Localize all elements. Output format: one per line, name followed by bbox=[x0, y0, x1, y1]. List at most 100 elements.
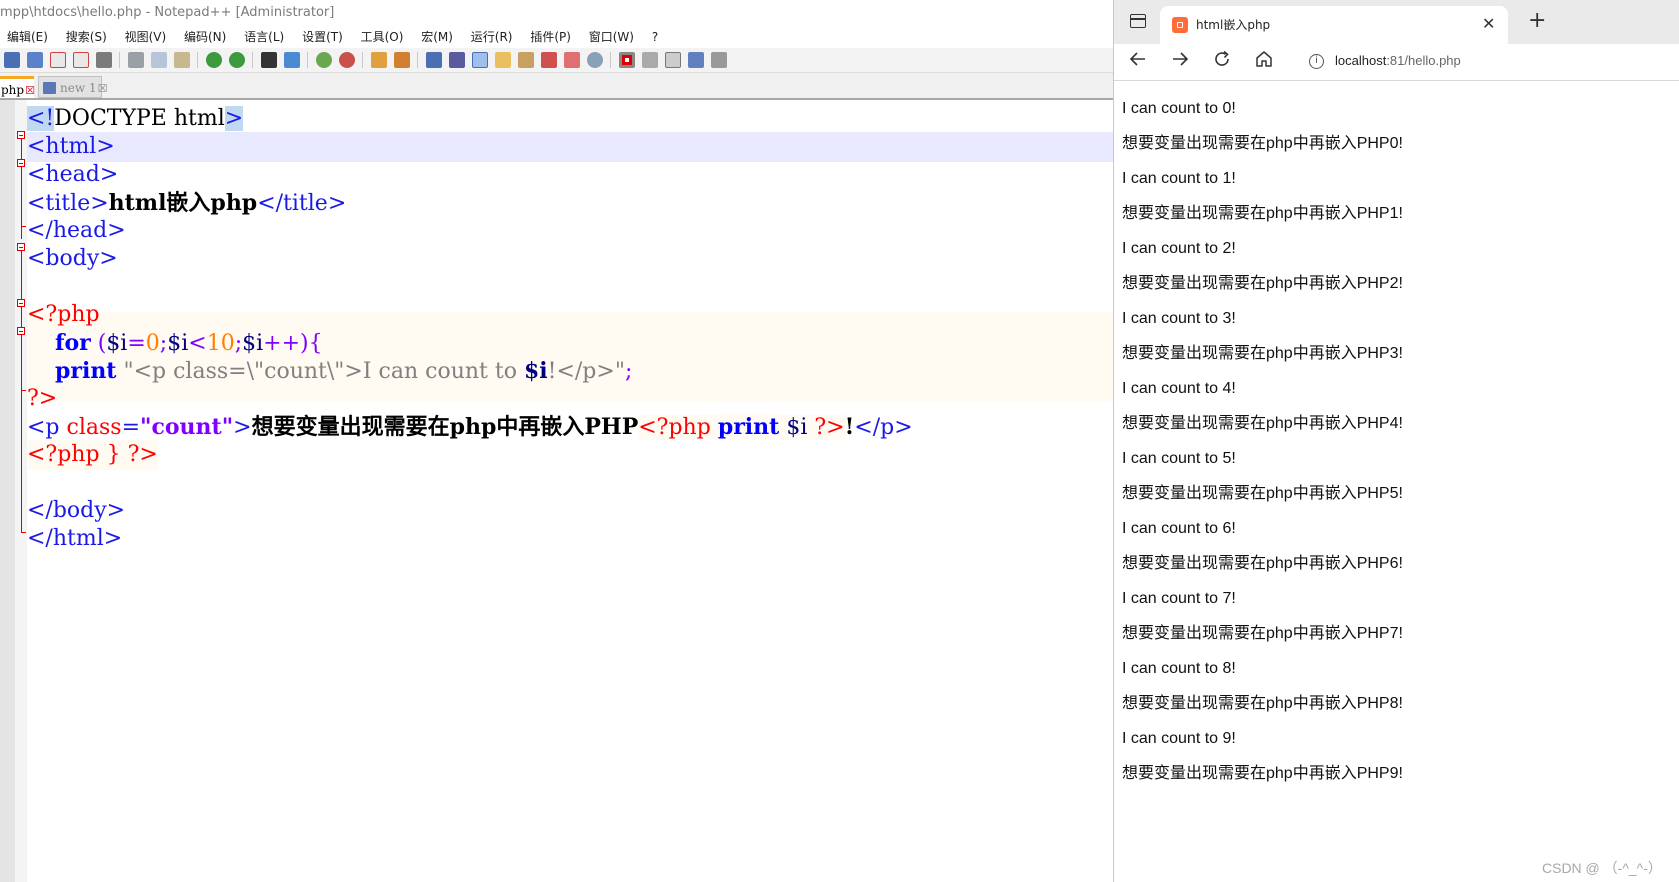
url-host: localhost bbox=[1335, 53, 1387, 68]
code-editor[interactable]: <!DOCTYPE html> <html> <head> <title>htm… bbox=[27, 100, 1113, 882]
paste-icon[interactable] bbox=[174, 52, 190, 68]
p-close-tag: </p> bbox=[854, 415, 913, 440]
string-literal: !</p>" bbox=[547, 359, 625, 384]
fold-toggle-icon[interactable] bbox=[17, 327, 25, 335]
redo-icon[interactable] bbox=[229, 52, 245, 68]
close-all-icon[interactable] bbox=[73, 52, 89, 68]
menu-settings[interactable]: 设置(T) bbox=[295, 26, 350, 48]
print-icon[interactable] bbox=[96, 52, 112, 68]
new-tab-button[interactable]: + bbox=[1528, 9, 1546, 33]
variable-i: $i bbox=[167, 331, 189, 356]
fold-line bbox=[21, 139, 22, 159]
cut-icon[interactable] bbox=[128, 52, 144, 68]
play-macro-icon[interactable] bbox=[665, 52, 681, 68]
indent-guide-icon[interactable] bbox=[472, 52, 488, 68]
fold-toggle-icon[interactable] bbox=[17, 159, 25, 167]
menu-run[interactable]: 运行(R) bbox=[464, 26, 520, 48]
output-line: 想要变量出现需要在php中再嵌入PHP4! bbox=[1122, 415, 1403, 432]
copy-icon[interactable] bbox=[151, 52, 167, 68]
p-open-tag: <p bbox=[27, 415, 67, 440]
code-line-12: <p class="count">想要变量出现需要在php中再嵌入PHP<?ph… bbox=[27, 412, 913, 442]
info-icon[interactable]: i bbox=[1309, 54, 1324, 69]
save-macro-icon[interactable] bbox=[711, 52, 727, 68]
menu-window[interactable]: 窗口(W) bbox=[582, 26, 641, 48]
save-all-icon[interactable] bbox=[27, 52, 43, 68]
watermark: CSDN @ （-^_^-） bbox=[1542, 860, 1662, 876]
close-tab-icon[interactable]: ☒ bbox=[25, 84, 35, 97]
browser-tab[interactable]: html嵌入php ✕ bbox=[1160, 6, 1508, 44]
menu-search[interactable]: 搜索(S) bbox=[59, 26, 114, 48]
doctype-open: <! bbox=[27, 106, 55, 131]
menu-help[interactable]: ? bbox=[645, 26, 665, 48]
address-bar[interactable]: i localhost:81/hello.php bbox=[1301, 48, 1679, 76]
arrow-left-icon[interactable] bbox=[1128, 49, 1148, 74]
php-close: ?> bbox=[127, 442, 158, 467]
number: 10 bbox=[206, 331, 235, 356]
output-line: I can count to 3! bbox=[1122, 310, 1236, 327]
menu-plugins[interactable]: 插件(P) bbox=[523, 26, 578, 48]
folder-workspace-icon[interactable] bbox=[564, 52, 580, 68]
record-macro-icon[interactable] bbox=[619, 52, 635, 68]
reload-icon[interactable] bbox=[1212, 49, 1232, 74]
menu-edit[interactable]: 编辑(E) bbox=[0, 26, 55, 48]
document-map-icon[interactable] bbox=[518, 52, 534, 68]
floppy-disk-icon bbox=[43, 82, 56, 94]
menu-encoding[interactable]: 编码(N) bbox=[177, 26, 233, 48]
output-line: I can count to 2! bbox=[1122, 240, 1236, 257]
output-line: 想要变量出现需要在php中再嵌入PHP7! bbox=[1122, 625, 1403, 642]
line-number-margin bbox=[0, 100, 15, 882]
zoom-out-icon[interactable] bbox=[339, 52, 355, 68]
home-icon[interactable] bbox=[1254, 49, 1274, 74]
code-line-4: <title>html嵌入php</title> bbox=[27, 188, 346, 218]
url-path: :81/hello.php bbox=[1386, 53, 1461, 68]
arrow-right-icon[interactable] bbox=[1170, 49, 1190, 74]
show-all-chars-icon[interactable] bbox=[449, 52, 465, 68]
menu-language[interactable]: 语言(L) bbox=[237, 26, 291, 48]
fold-toggle-icon[interactable] bbox=[17, 243, 25, 251]
sync-horizontal-icon[interactable] bbox=[394, 52, 410, 68]
close-tab-icon[interactable]: ☒ bbox=[98, 82, 108, 95]
variable-i: $i bbox=[523, 358, 548, 384]
fold-margin[interactable] bbox=[15, 100, 27, 882]
function-list-icon[interactable] bbox=[541, 52, 557, 68]
notepadpp-window: mpp\htdocs\hello.php - Notepad++ [Admini… bbox=[0, 0, 1113, 882]
undo-icon[interactable] bbox=[206, 52, 222, 68]
run-macro-multiple-icon[interactable] bbox=[688, 52, 704, 68]
tab-php[interactable]: php☒ bbox=[0, 76, 35, 98]
browser-toolbar: i localhost:81/hello.php bbox=[1114, 44, 1679, 81]
zoom-in-icon[interactable] bbox=[316, 52, 332, 68]
close-file-icon[interactable] bbox=[50, 52, 66, 68]
output-line: 想要变量出现需要在php中再嵌入PHP9! bbox=[1122, 765, 1403, 782]
menu-tools[interactable]: 工具(O) bbox=[354, 26, 411, 48]
replace-icon[interactable] bbox=[284, 52, 300, 68]
output-line: 想要变量出现需要在php中再嵌入PHP6! bbox=[1122, 555, 1403, 572]
save-icon[interactable] bbox=[4, 52, 20, 68]
attribute-class: class bbox=[66, 415, 122, 440]
word-wrap-icon[interactable] bbox=[426, 52, 442, 68]
output-line: 想要变量出现需要在php中再嵌入PHP1! bbox=[1122, 205, 1403, 222]
fold-toggle-icon[interactable] bbox=[17, 299, 25, 307]
doctype-close: > bbox=[224, 106, 244, 131]
url-text[interactable]: localhost:81/hello.php bbox=[1335, 53, 1461, 68]
operator: ++) bbox=[263, 331, 309, 356]
stop-macro-icon[interactable] bbox=[642, 52, 658, 68]
menu-view[interactable]: 视图(V) bbox=[118, 26, 174, 48]
number: 0 bbox=[145, 331, 160, 356]
code-line-6: <body> bbox=[27, 246, 118, 271]
code-line-5: </head> bbox=[27, 218, 126, 243]
sync-vertical-icon[interactable] bbox=[371, 52, 387, 68]
browser-tabstrip: html嵌入php ✕ + bbox=[1114, 0, 1679, 44]
fold-line bbox=[21, 335, 22, 391]
monitoring-icon[interactable] bbox=[587, 52, 603, 68]
close-tab-icon[interactable]: ✕ bbox=[1482, 14, 1495, 33]
tab-actions-icon[interactable] bbox=[1130, 14, 1146, 28]
udl-icon[interactable] bbox=[495, 52, 511, 68]
menu-macro[interactable]: 宏(M) bbox=[414, 26, 460, 48]
exclamation: ! bbox=[844, 414, 855, 440]
toolbar-separator bbox=[362, 52, 363, 68]
code-line-11: ?> bbox=[27, 386, 58, 411]
find-icon[interactable] bbox=[261, 52, 277, 68]
tab-new-1[interactable]: new 1☒ bbox=[38, 76, 107, 98]
fold-toggle-icon[interactable] bbox=[17, 131, 25, 139]
